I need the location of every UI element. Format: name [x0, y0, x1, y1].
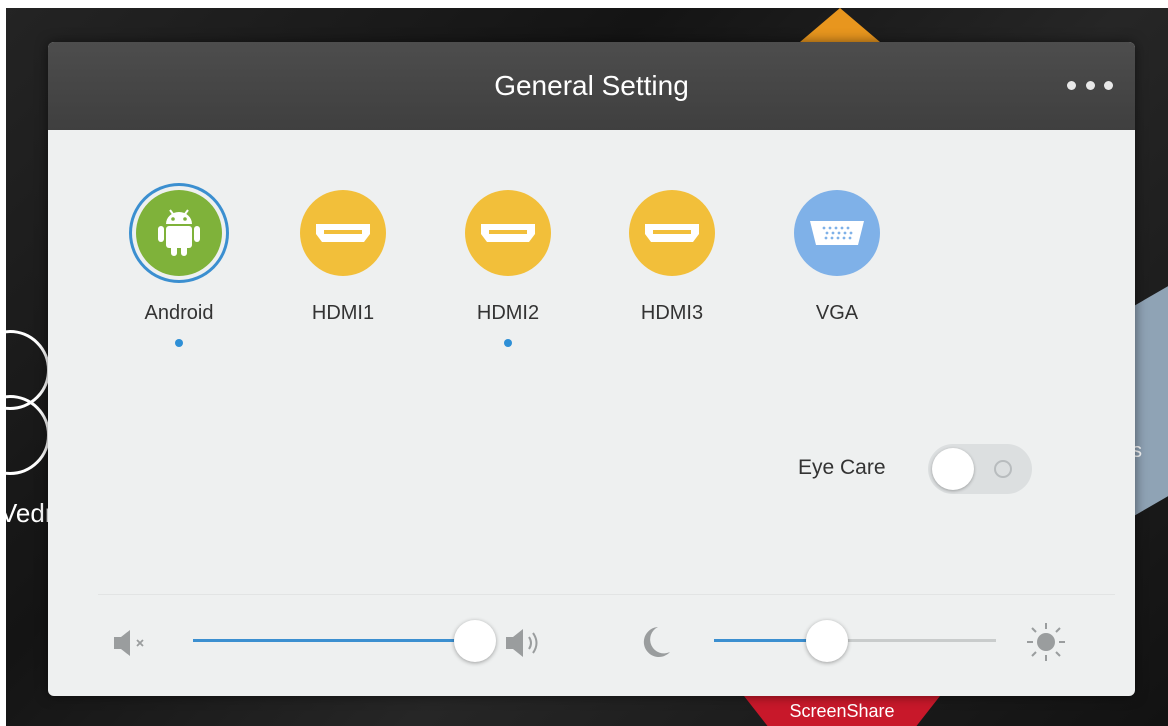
source-label: HDMI1 — [311, 302, 375, 324]
toggle-off-indicator — [994, 460, 1012, 478]
source-indicator-dot — [175, 339, 183, 347]
volume-up-icon — [502, 626, 548, 665]
input-source-list: Android HDMI1 HDMI2 HDMI3 VGA — [48, 190, 1135, 370]
date-label: Vedr — [0, 498, 54, 528]
hdmi-icon — [629, 190, 715, 276]
brightness-slider-thumb[interactable] — [805, 620, 848, 662]
dialog-title: General Setting — [494, 70, 689, 101]
toggle-knob — [932, 448, 974, 490]
slider-fill — [193, 639, 475, 642]
android-icon — [136, 190, 222, 276]
hdmi-icon — [300, 190, 386, 276]
source-label: HDMI2 — [476, 302, 540, 324]
source-indicator-dot — [504, 339, 512, 347]
volume-slider[interactable] — [193, 620, 496, 662]
clock-digit-bottom — [0, 395, 50, 475]
orange-tile — [800, 8, 880, 42]
vga-icon — [794, 190, 880, 276]
source-indicator-dot — [668, 339, 676, 347]
source-indicator-dot — [339, 339, 347, 347]
moon-icon — [636, 622, 676, 667]
dialog-header: General Setting — [48, 42, 1135, 130]
eye-care-label: Eye Care — [798, 456, 886, 479]
general-setting-dialog: General Setting Android HDMI1 HDMI2 HDMI… — [48, 42, 1135, 696]
volume-slider-thumb[interactable] — [454, 620, 496, 662]
divider — [98, 594, 1115, 595]
eye-care-toggle[interactable] — [928, 444, 1032, 494]
source-vga[interactable]: VGA — [777, 190, 897, 347]
source-indicator-dot — [833, 339, 841, 347]
screenshare-tab[interactable]: ScreenShare — [744, 696, 940, 726]
hdmi-icon — [465, 190, 551, 276]
mute-icon — [110, 628, 150, 663]
more-options-icon[interactable] — [1067, 78, 1113, 92]
source-label: Android — [144, 302, 214, 324]
sun-icon — [1024, 620, 1068, 669]
source-hdmi1[interactable]: HDMI1 — [283, 190, 403, 347]
source-hdmi2[interactable]: HDMI2 — [448, 190, 568, 347]
source-label: VGA — [815, 302, 859, 324]
source-android[interactable]: Android — [119, 190, 239, 347]
source-label: HDMI3 — [640, 302, 704, 324]
brightness-slider[interactable] — [714, 620, 996, 662]
source-hdmi3[interactable]: HDMI3 — [612, 190, 732, 347]
